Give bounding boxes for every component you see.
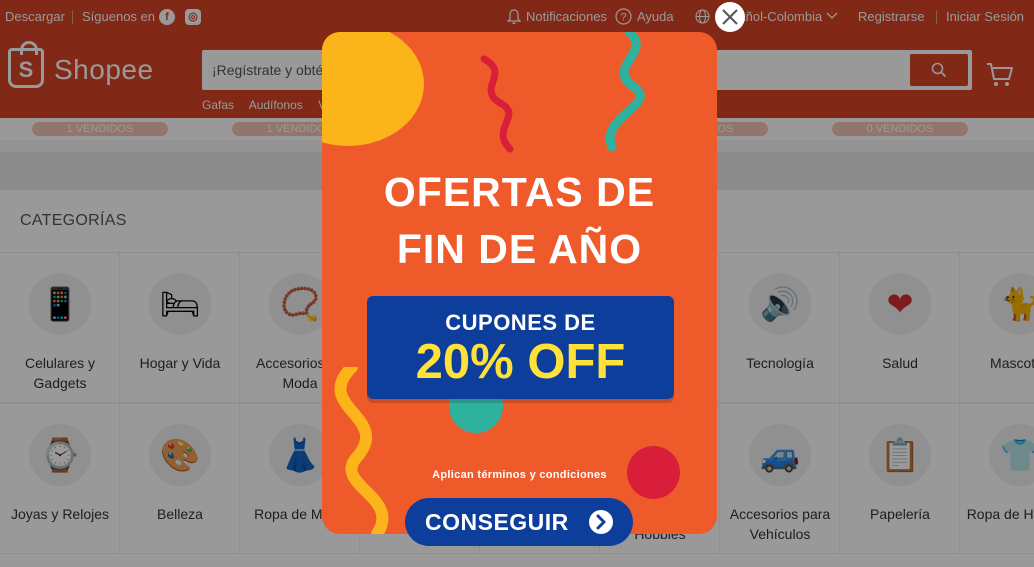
terms-text: Aplican términos y condiciones: [432, 469, 607, 481]
arrow-right-icon: [589, 510, 613, 534]
cta-label: CONSEGUIR: [425, 509, 569, 535]
confetti-ribbon: [605, 32, 645, 152]
popup-title-line: OFERTAS DE: [383, 169, 656, 215]
coupon-label: CUPONES DE: [445, 310, 596, 335]
popup-title-line: FIN DE AÑO: [396, 226, 643, 272]
coupon-discount: 20% OFF: [415, 335, 626, 389]
confetti-ribbon: [480, 55, 514, 153]
popup-title: OFERTAS DE FIN DE AÑO: [322, 164, 717, 278]
get-offer-button[interactable]: CONSEGUIR: [405, 498, 633, 546]
close-icon: [722, 9, 738, 25]
close-popup-button[interactable]: [715, 2, 745, 32]
coupon-box: CUPONES DE 20% OFF: [367, 296, 674, 399]
promo-popup[interactable]: OFERTAS DE FIN DE AÑO CUPONES DE 20% OFF…: [322, 32, 717, 534]
decor-circle: [322, 32, 424, 146]
